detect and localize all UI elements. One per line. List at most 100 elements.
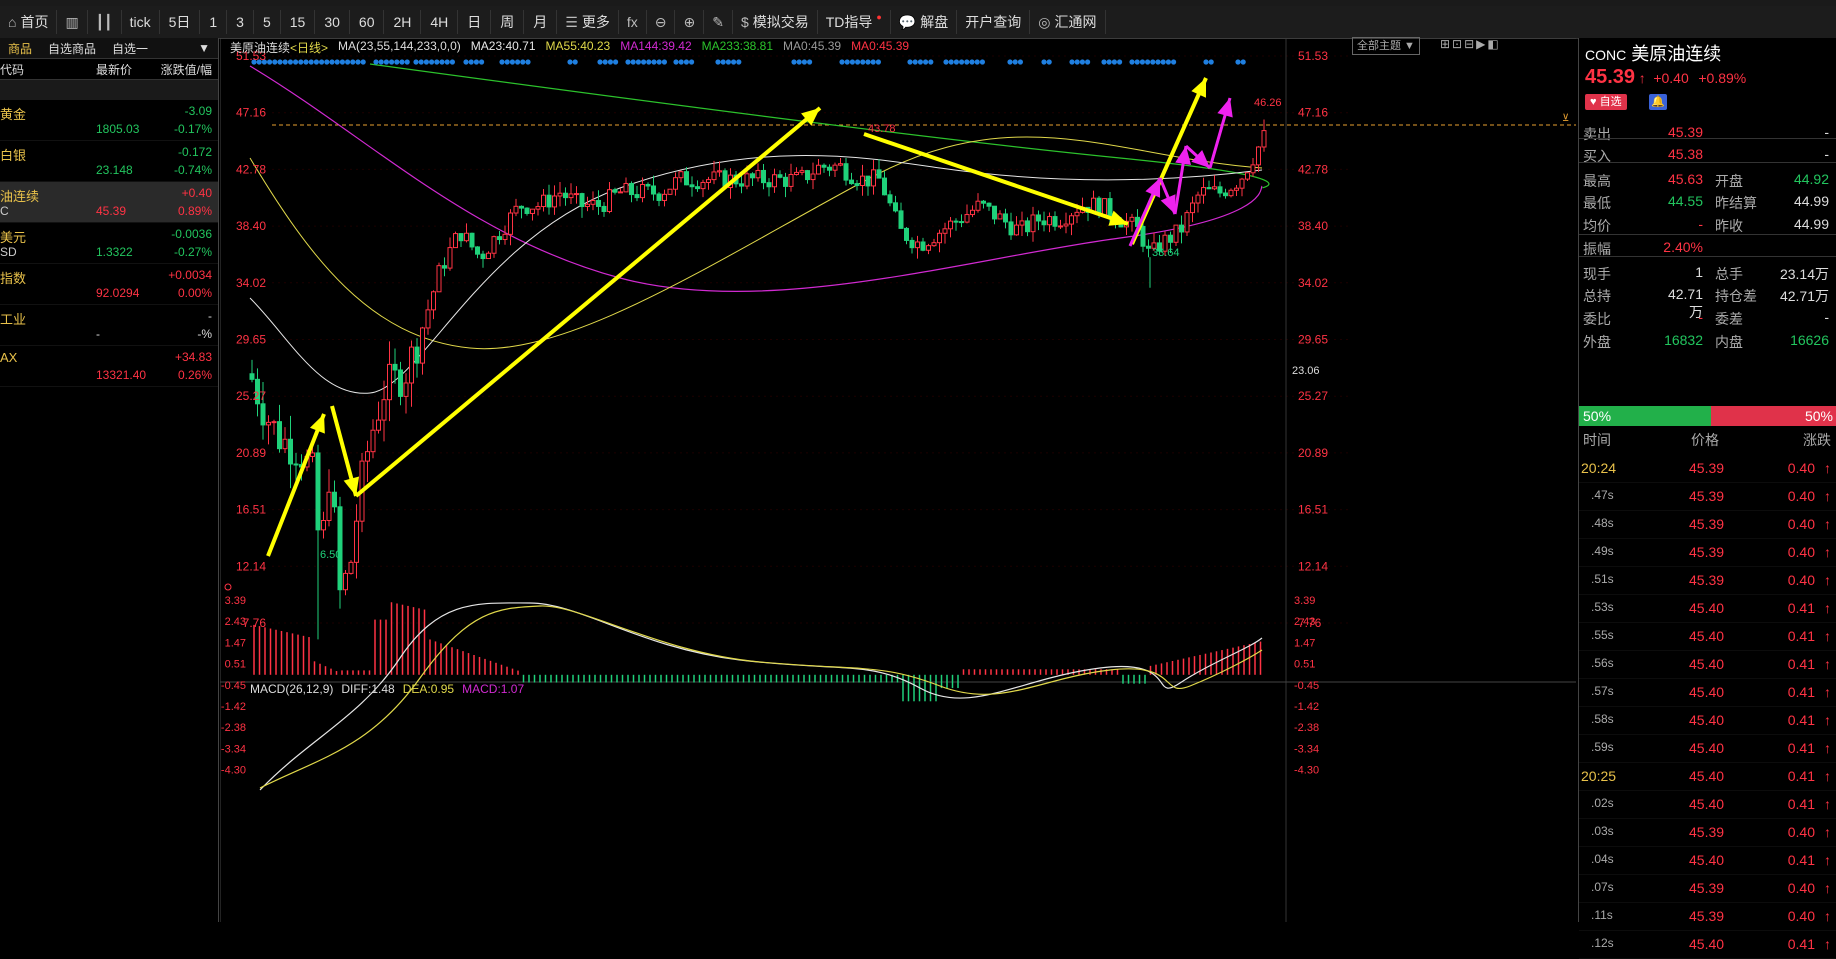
event-dot (839, 59, 845, 65)
row-change: -3.09 (184, 104, 212, 118)
td-guide-button[interactable]: TD指导 ● (818, 10, 891, 34)
watchlist-row[interactable]: 油连续 C +0.40 45.39 0.89% (0, 182, 218, 223)
sim-trade-button[interactable]: $ 模拟交易 (733, 10, 818, 34)
candle-body (959, 221, 964, 224)
chart-window-controls[interactable]: ⊞⊡⊟▶◧ (1440, 37, 1501, 51)
tick-change: 0.41 (1787, 936, 1815, 952)
event-dot (673, 59, 679, 65)
tick-time: .48s (1591, 516, 1614, 530)
group-header (0, 80, 218, 100)
tick-row: .12s 45.40 0.41 ↑ (1579, 930, 1836, 959)
trend-arrows (266, 77, 1233, 557)
quote-label: 买入 (1583, 148, 1611, 164)
tick-button[interactable]: tick (122, 10, 160, 34)
event-dot (345, 59, 351, 65)
period-60[interactable]: 60 (350, 10, 385, 34)
price-axis-right-label: 34.02 (1298, 276, 1328, 290)
candle-body (821, 164, 827, 168)
instrument-code: CONC (1585, 47, 1627, 63)
watchlist-row[interactable]: 工业 - - -% (0, 305, 218, 346)
fx-icon: fx (626, 14, 638, 30)
quote-row: 最低 44.55 昨结算 44.99 (1579, 189, 1836, 213)
period-day[interactable]: 日 (458, 10, 492, 34)
period-week[interactable]: 周 (491, 10, 525, 34)
trend-arrow-head (309, 414, 325, 434)
quote-value2: 44.92 (1793, 171, 1829, 187)
favorite-button[interactable]: ♥ 自选 (1585, 94, 1627, 110)
candle-body (1168, 234, 1173, 243)
event-dot (646, 59, 652, 65)
event-dot (1129, 59, 1135, 65)
tab-custom-commodities[interactable]: 自选商品 (40, 40, 104, 57)
formula-button[interactable]: fx (619, 10, 647, 34)
quote-divider (1579, 234, 1836, 235)
event-dot (473, 59, 479, 65)
tab-commodities[interactable]: 商品 (0, 40, 40, 57)
huitong-button[interactable]: ◎ 汇通网 (1030, 10, 1106, 34)
period-30[interactable]: 30 (315, 10, 350, 34)
period-2h[interactable]: 2H (384, 10, 422, 34)
candle-body (1107, 198, 1113, 218)
candle-body (662, 193, 667, 201)
watchlist-row[interactable]: 白银 -0.172 23.148 -0.74% (0, 141, 218, 182)
dropdown-icon[interactable]: ▼ (190, 41, 218, 55)
tab-custom-one[interactable]: 自选一 (104, 40, 156, 57)
theme-selector[interactable]: 全部主题 ▼ (1352, 37, 1420, 55)
quote-divider (1579, 162, 1836, 163)
bar-chart-button[interactable]: ▥ (57, 10, 88, 34)
candle-body (816, 164, 821, 175)
watchlist-row[interactable]: 美元 SD -0.0036 1.3322 -0.27% (0, 223, 218, 264)
candle-body (288, 438, 293, 465)
draw-button[interactable]: ✎ (704, 10, 733, 34)
period-15[interactable]: 15 (281, 10, 316, 34)
analysis-button[interactable]: 💬 解盘 (891, 10, 958, 34)
row-pct: 0.26% (177, 368, 212, 382)
candle-body (1190, 202, 1195, 214)
candle-body (431, 291, 436, 311)
event-dot (277, 59, 283, 65)
event-dot (319, 59, 325, 65)
alert-bell-button[interactable]: 🔔 (1649, 94, 1667, 110)
row-price: 92.0294 (96, 286, 140, 300)
last-price: 45.39 (1585, 66, 1636, 88)
macd-axis-right: -3.34 (1294, 743, 1319, 755)
candle-body (832, 164, 838, 171)
event-dot (948, 59, 954, 65)
event-dot (1117, 59, 1123, 65)
candle-body (755, 169, 761, 179)
tick-up-icon: ↑ (1824, 684, 1831, 700)
candle-button[interactable]: ┃┃ (88, 10, 122, 34)
event-dot (449, 59, 455, 65)
price-axis-right-label: 7.76 (1298, 616, 1322, 630)
watchlist-row[interactable]: 黄金 -3.09 1805.03 -0.17% (0, 100, 218, 141)
more-button[interactable]: ☰ 更多 (557, 10, 619, 34)
col-code: 代码 (0, 62, 25, 77)
period-1[interactable]: 1 (200, 10, 228, 34)
event-dot (303, 59, 309, 65)
instrument-title: 美原油连续<日线> (230, 41, 329, 55)
watchlist-row[interactable]: 指数 +0.0034 92.0294 0.00% (0, 264, 218, 305)
candle-body (574, 193, 579, 196)
period-5d[interactable]: 5日 (160, 10, 201, 34)
quote-label: 现手 (1583, 266, 1611, 282)
period-4h[interactable]: 4H (421, 10, 459, 34)
period-5[interactable]: 5 (254, 10, 281, 34)
account-query-button[interactable]: 开户查询 (957, 10, 1031, 34)
zoom-out-button[interactable]: ⊖ (647, 10, 676, 34)
tick-time: .07s (1591, 880, 1614, 894)
watchlist-row[interactable]: AX +34.83 13321.40 0.26% (0, 346, 218, 387)
event-dot (855, 59, 861, 65)
period-3[interactable]: 3 (227, 10, 254, 34)
zoom-in-button[interactable]: ⊕ (675, 10, 705, 34)
tick-price: 45.39 (1689, 544, 1725, 560)
row-pct: 0.89% (177, 204, 212, 218)
kline-chart[interactable]: 3.39 3.392.43 2.431.47 1.470.51 0.51-0.45 -0.… (220, 38, 1576, 922)
macd-axis-right: -1.42 (1294, 701, 1319, 713)
macd-axis-left: -4.30 (221, 765, 246, 777)
period-month[interactable]: 月 (524, 10, 558, 34)
row-price: 13321.40 (96, 368, 147, 382)
candle-body (266, 421, 271, 426)
candle-body (942, 228, 948, 234)
home-button[interactable]: ⌂ 首页 (0, 10, 58, 34)
ma0b-value: MA0:45.39 (851, 39, 910, 53)
